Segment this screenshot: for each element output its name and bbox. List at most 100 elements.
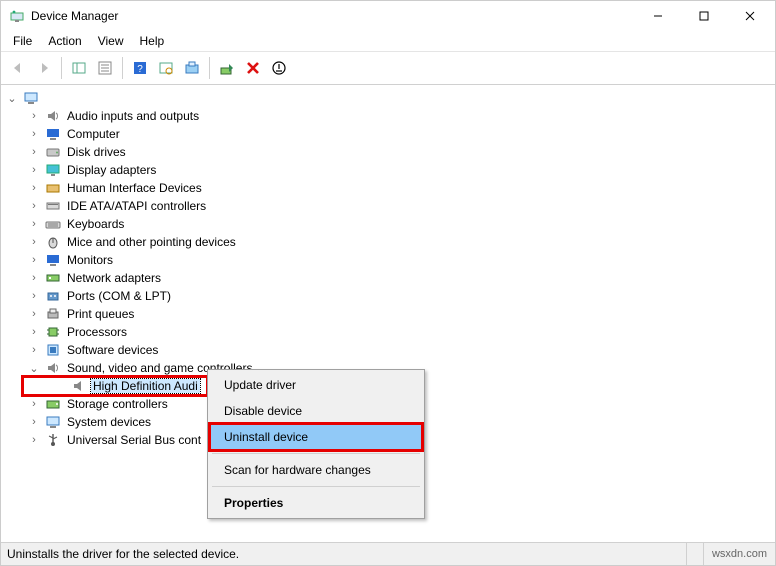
app-icon — [9, 8, 25, 24]
ctx-scan-hardware[interactable]: Scan for hardware changes — [210, 457, 422, 483]
computer-icon — [23, 90, 39, 106]
keyboard-icon — [45, 216, 61, 232]
printer-icon — [45, 306, 61, 322]
tree-item-processors[interactable]: › Processors — [5, 323, 775, 341]
close-button[interactable] — [727, 1, 773, 31]
tree-item-software[interactable]: › Software devices — [5, 341, 775, 359]
speaker-icon — [71, 378, 87, 394]
monitor-icon — [45, 252, 61, 268]
tree-item-ports[interactable]: › Ports (COM & LPT) — [5, 287, 775, 305]
expand-icon[interactable]: › — [27, 182, 41, 194]
tree-item-label: Print queues — [65, 307, 136, 321]
expand-icon[interactable]: › — [27, 434, 41, 446]
tree-item-label: IDE ATA/ATAPI controllers — [65, 199, 208, 213]
menu-file[interactable]: File — [5, 32, 40, 50]
disable-button[interactable] — [267, 56, 291, 80]
titlebar: Device Manager — [1, 1, 775, 31]
enable-button[interactable] — [215, 56, 239, 80]
tree-item-hid[interactable]: › Human Interface Devices — [5, 179, 775, 197]
tree-item-label: High Definition Audi — [91, 379, 200, 393]
tree-item-print[interactable]: › Print queues — [5, 305, 775, 323]
expand-icon[interactable]: › — [27, 236, 41, 248]
tree-item-keyboards[interactable]: › Keyboards — [5, 215, 775, 233]
tree-item-label: Network adapters — [65, 271, 163, 285]
back-button[interactable] — [6, 56, 30, 80]
tree-root[interactable]: ⌄ — [5, 89, 775, 107]
expand-icon[interactable]: › — [27, 416, 41, 428]
expand-icon[interactable]: › — [27, 128, 41, 140]
speaker-icon — [45, 360, 61, 376]
tree-item-disk[interactable]: › Disk drives — [5, 143, 775, 161]
menu-action[interactable]: Action — [40, 32, 89, 50]
properties-button[interactable] — [93, 56, 117, 80]
tree-item-ide[interactable]: › IDE ATA/ATAPI controllers — [5, 197, 775, 215]
ide-icon — [45, 198, 61, 214]
ctx-separator — [212, 453, 420, 454]
window-title: Device Manager — [31, 9, 118, 23]
expand-icon[interactable]: › — [27, 218, 41, 230]
ctx-separator — [212, 486, 420, 487]
collapse-icon[interactable]: ⌄ — [27, 362, 41, 375]
ctx-disable-device[interactable]: Disable device — [210, 398, 422, 424]
status-text: Uninstalls the driver for the selected d… — [1, 547, 686, 561]
menu-view[interactable]: View — [90, 32, 132, 50]
tree-item-label: Universal Serial Bus cont — [65, 433, 203, 447]
tree-item-hd-audio[interactable]: High Definition Audi — [23, 377, 207, 395]
tree-item-label: Software devices — [65, 343, 160, 357]
hid-icon — [45, 180, 61, 196]
usb-icon — [45, 432, 61, 448]
expand-icon[interactable]: › — [27, 146, 41, 158]
ctx-uninstall-device[interactable]: Uninstall device — [210, 424, 422, 450]
monitor-icon — [45, 126, 61, 142]
expand-icon[interactable]: › — [27, 398, 41, 410]
minimize-button[interactable] — [635, 1, 681, 31]
network-icon — [45, 270, 61, 286]
tree-item-label: Ports (COM & LPT) — [65, 289, 173, 303]
statusbar: Uninstalls the driver for the selected d… — [1, 542, 775, 565]
expand-icon[interactable]: › — [27, 164, 41, 176]
expand-icon[interactable]: › — [27, 200, 41, 212]
tree-item-mice[interactable]: › Mice and other pointing devices — [5, 233, 775, 251]
expand-icon[interactable]: › — [27, 290, 41, 302]
expand-icon[interactable]: › — [27, 110, 41, 122]
device-manager-window: Device Manager File Action View Help ? ⌄ — [0, 0, 776, 566]
cpu-icon — [45, 324, 61, 340]
show-hide-tree-button[interactable] — [67, 56, 91, 80]
tree-item-computer[interactable]: › Computer — [5, 125, 775, 143]
expand-icon[interactable]: › — [27, 326, 41, 338]
tree-item-display[interactable]: › Display adapters — [5, 161, 775, 179]
software-icon — [45, 342, 61, 358]
maximize-button[interactable] — [681, 1, 727, 31]
disk-icon — [45, 144, 61, 160]
scan-button[interactable] — [154, 56, 178, 80]
toolbar: ? — [1, 52, 775, 85]
watermark: wsxdn.com — [703, 543, 775, 565]
svg-text:?: ? — [137, 64, 143, 75]
device-tree[interactable]: ⌄ › Audio inputs and outputs › Computer … — [1, 85, 775, 542]
tree-item-network[interactable]: › Network adapters — [5, 269, 775, 287]
tree-item-label: System devices — [65, 415, 153, 429]
port-icon — [45, 288, 61, 304]
menubar: File Action View Help — [1, 31, 775, 52]
menu-help[interactable]: Help — [132, 32, 173, 50]
system-icon — [45, 414, 61, 430]
help-button[interactable]: ? — [128, 56, 152, 80]
tree-item-label: Keyboards — [65, 217, 126, 231]
expand-icon[interactable]: › — [27, 308, 41, 320]
tree-item-label: Disk drives — [65, 145, 128, 159]
tree-item-label: Mice and other pointing devices — [65, 235, 238, 249]
tree-item-audio[interactable]: › Audio inputs and outputs — [5, 107, 775, 125]
update-driver-button[interactable] — [180, 56, 204, 80]
expand-icon[interactable]: › — [27, 254, 41, 266]
tree-item-monitors[interactable]: › Monitors — [5, 251, 775, 269]
collapse-icon[interactable]: ⌄ — [5, 92, 19, 105]
tree-item-label: Monitors — [65, 253, 115, 267]
ctx-properties[interactable]: Properties — [210, 490, 422, 516]
ctx-update-driver[interactable]: Update driver — [210, 372, 422, 398]
speaker-icon — [45, 108, 61, 124]
uninstall-button[interactable] — [241, 56, 265, 80]
expand-icon[interactable]: › — [27, 272, 41, 284]
tree-item-label: Human Interface Devices — [65, 181, 204, 195]
expand-icon[interactable]: › — [27, 344, 41, 356]
forward-button[interactable] — [32, 56, 56, 80]
